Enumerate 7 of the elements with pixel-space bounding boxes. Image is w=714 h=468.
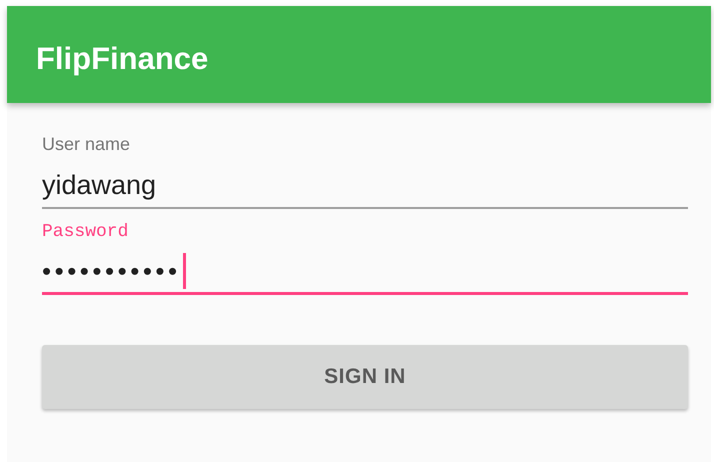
- text-cursor: [182, 252, 186, 288]
- field-label: User name: [42, 133, 130, 155]
- password-field[interactable]: •••••••••••: [42, 249, 688, 295]
- sign-in-button[interactable]: SIGN IN: [42, 345, 688, 409]
- username-field[interactable]: yidawang: [42, 163, 688, 209]
- app-title: FlipFinance: [35, 40, 208, 76]
- field-label: Password: [42, 221, 128, 243]
